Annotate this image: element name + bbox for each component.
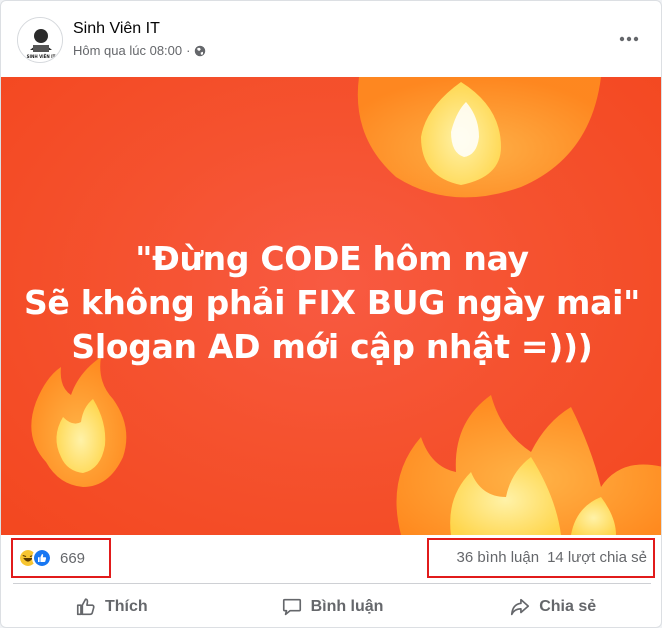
reactions-summary[interactable]: 669 <box>18 548 85 568</box>
more-icon <box>619 36 639 42</box>
author-name[interactable]: Sinh Viên IT <box>73 20 160 38</box>
flame-bottom-right <box>396 395 661 535</box>
comment-button-label: Bình luận <box>310 598 384 615</box>
like-icon <box>32 548 52 568</box>
meta-separator: · <box>186 43 191 58</box>
post-header: SINH VIÊN IT Sinh Viên IT Hôm qua lúc 08… <box>1 1 661 77</box>
like-button[interactable]: Thích <box>1 585 222 627</box>
flame-left <box>31 357 127 487</box>
avatar-image: SINH VIÊN IT <box>18 18 62 62</box>
quote-text: "Đừng CODE hôm nay Sẽ không phải FIX BUG… <box>1 237 661 369</box>
comment-icon <box>282 598 301 616</box>
share-count[interactable]: 14 lượt chia sẻ <box>547 549 647 566</box>
like-button-label: Thích <box>105 598 148 615</box>
share-button[interactable]: Chia sẻ <box>442 585 661 627</box>
globe-icon <box>195 45 206 56</box>
post-meta: Hôm qua lúc 08:00 · <box>73 43 206 58</box>
post-stats: 669 36 bình luận 14 lượt chia sẻ <box>1 535 661 583</box>
quote-line-1: "Đừng CODE hôm nay <box>135 239 529 278</box>
avatar-caption: SINH VIÊN IT <box>27 54 56 59</box>
avatar[interactable]: SINH VIÊN IT <box>17 17 63 63</box>
reaction-count: 669 <box>60 549 86 567</box>
post-image[interactable]: "Đừng CODE hôm nay Sẽ không phải FIX BUG… <box>1 77 661 535</box>
divider <box>13 583 651 584</box>
engagement-summary: 36 bình luận 14 lượt chia sẻ <box>456 549 647 566</box>
post-time[interactable]: Hôm qua lúc 08:00 <box>73 43 182 58</box>
comment-button[interactable]: Bình luận <box>222 585 443 627</box>
quote-line-3: Slogan AD mới cập nhật =))) <box>71 327 593 366</box>
share-icon <box>511 598 530 616</box>
quote-line-2: Sẽ không phải FIX BUG ngày mai" <box>23 283 641 322</box>
comment-count[interactable]: 36 bình luận <box>456 549 539 566</box>
thumbs-up-icon <box>76 598 95 616</box>
post-actions: Thích Bình luận Chia sẻ <box>1 585 661 627</box>
more-options-button[interactable] <box>615 25 643 53</box>
flame-top-right <box>357 77 601 198</box>
facebook-post: SINH VIÊN IT Sinh Viên IT Hôm qua lúc 08… <box>0 0 662 628</box>
share-button-label: Chia sẻ <box>539 598 597 615</box>
